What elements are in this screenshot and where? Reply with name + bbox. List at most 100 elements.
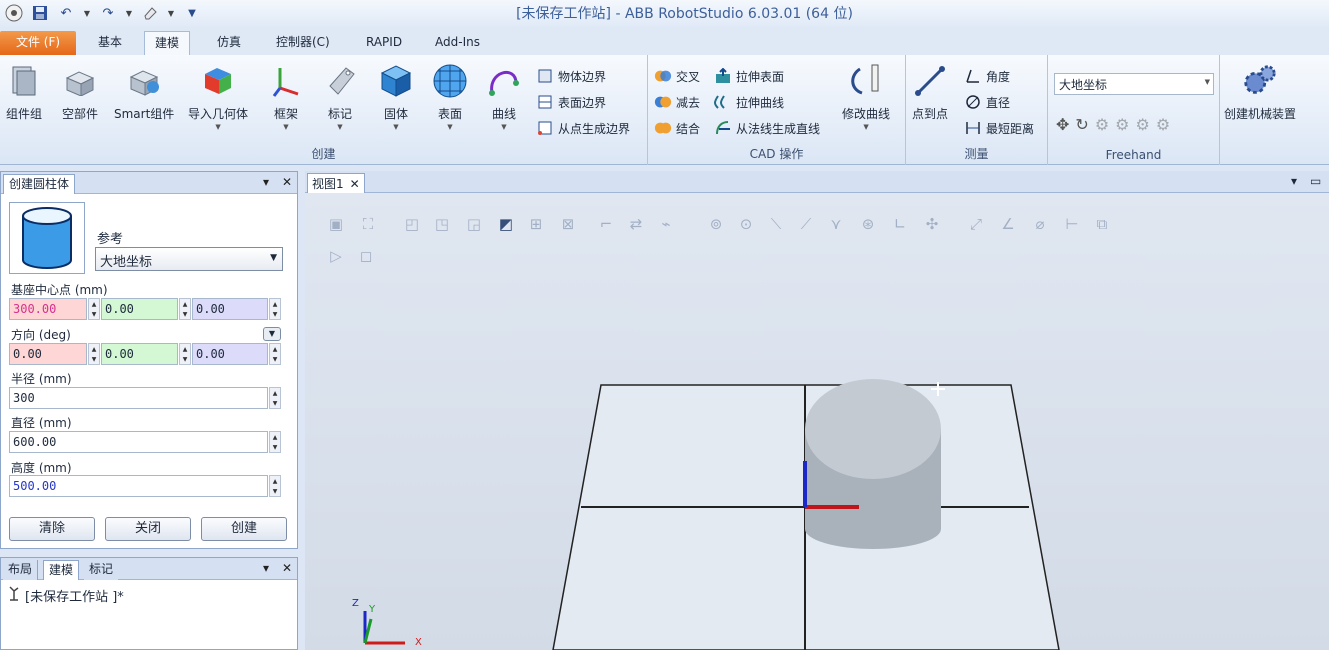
base-center-label: 基座中心点 (mm) bbox=[11, 283, 108, 297]
window-title: [未保存工作站] - ABB RobotStudio 6.03.01 (64 位… bbox=[516, 6, 853, 22]
extrude-curve-icon bbox=[714, 93, 732, 111]
tag-icon bbox=[322, 63, 358, 99]
base-z-spinner[interactable]: ▲ ▼ bbox=[269, 298, 281, 320]
tab-simulation[interactable]: 仿真 bbox=[207, 31, 251, 55]
axis-label-y: Y bbox=[369, 604, 376, 615]
group-measure-label: 测量 bbox=[964, 147, 989, 161]
jog-reorient-icon[interactable]: ⚙ bbox=[1136, 115, 1150, 134]
extrude-curve-button[interactable]: 拉伸曲线 bbox=[714, 93, 784, 111]
direction-x-input[interactable]: 0.00 bbox=[9, 343, 87, 365]
tab-controller[interactable]: 控制器(C) bbox=[266, 31, 340, 55]
direction-z-input[interactable]: 0.00 bbox=[192, 343, 268, 365]
multi-robot-jog-icon[interactable]: ⚙ bbox=[1156, 115, 1170, 134]
jog-joint-icon[interactable]: ⚙ bbox=[1095, 115, 1109, 134]
base-x-spinner[interactable]: ▲ ▼ bbox=[88, 298, 100, 320]
tab-modeling-tree[interactable]: 建模 bbox=[43, 560, 80, 580]
view-maximize-icon[interactable]: ▭ bbox=[1310, 174, 1321, 188]
direction-x-spinner[interactable]: ▲ ▼ bbox=[88, 343, 100, 365]
diameter-label: 直径 (mm) bbox=[11, 416, 72, 430]
tab-addins[interactable]: Add-Ins bbox=[425, 31, 490, 55]
point-to-point-icon bbox=[912, 63, 948, 99]
panel-close-icon[interactable]: ✕ bbox=[282, 561, 292, 575]
direction-z-spinner[interactable]: ▲ ▼ bbox=[269, 343, 281, 365]
cylinder-icon bbox=[9, 202, 85, 274]
extrude-surface-button[interactable]: 拉伸表面 bbox=[714, 67, 784, 85]
axis-label-x: X bbox=[415, 637, 422, 648]
smart-component-button[interactable]: Smart组件 bbox=[114, 63, 174, 122]
rotate-tool-icon[interactable]: ↻ bbox=[1075, 115, 1088, 134]
view-close-icon[interactable]: ✕ bbox=[350, 177, 360, 191]
tab-file[interactable]: 文件 (F) bbox=[0, 31, 76, 55]
create-button[interactable]: 创建 bbox=[201, 517, 287, 541]
title-bar: ↶ ▼ ↷ ▼ ▼ ▼ [未保存工作站] - ABB RobotStudio 6… bbox=[0, 0, 1329, 28]
boundary-from-points-button[interactable]: 从点生成边界 bbox=[536, 119, 630, 137]
min-distance-button[interactable]: 最短距离 bbox=[964, 119, 1034, 137]
angle-button[interactable]: 角度 bbox=[964, 67, 1010, 85]
curve-button[interactable]: 曲线 ▼ bbox=[486, 63, 522, 131]
panel-dropdown-icon[interactable]: ▾ bbox=[263, 561, 269, 575]
surface-icon bbox=[432, 63, 468, 99]
tab-layout[interactable]: 布局 bbox=[3, 560, 39, 580]
tab-rapid[interactable]: RAPID bbox=[356, 31, 412, 55]
point-to-point-button[interactable]: 点到点 bbox=[912, 63, 948, 122]
group-cad: 交叉 减去 结合 拉伸表面 拉伸曲线 从法线生成直线 修改曲线 ▼ CAD 操作 bbox=[648, 55, 906, 165]
tree-root-item[interactable]: [未保存工作站 ]* bbox=[7, 585, 124, 605]
base-x-input[interactable]: 300.00 bbox=[9, 298, 87, 320]
panel-dropdown-icon[interactable]: ▾ bbox=[263, 175, 269, 189]
radius-spinner[interactable]: ▲ ▼ bbox=[269, 387, 281, 409]
close-button[interactable]: 关闭 bbox=[105, 517, 191, 541]
frame-button[interactable]: 框架 ▼ bbox=[268, 63, 304, 131]
move-tool-icon[interactable]: ✥ bbox=[1056, 115, 1069, 134]
tab-tags[interactable]: 标记 bbox=[84, 560, 119, 580]
panel-close-icon[interactable]: ✕ bbox=[282, 175, 292, 189]
diameter-input[interactable]: 600.00 bbox=[9, 431, 268, 453]
empty-part-button[interactable]: 空部件 bbox=[62, 63, 98, 122]
radius-input[interactable]: 300 bbox=[9, 387, 268, 409]
surface-button[interactable]: 表面 ▼ bbox=[432, 63, 468, 131]
line-from-normal-button[interactable]: 从法线生成直线 bbox=[714, 119, 820, 137]
surface-boundary-button[interactable]: 表面边界 bbox=[536, 93, 606, 111]
modify-curve-button[interactable]: 修改曲线 ▼ bbox=[842, 63, 890, 131]
modeling-tree-panel: 布局 建模 标记 ▾ ✕ [未保存工作站 ]* bbox=[0, 557, 298, 650]
base-z-input[interactable]: 0.00 bbox=[192, 298, 268, 320]
solid-button[interactable]: 固体 ▼ bbox=[378, 63, 414, 131]
reference-select[interactable]: 大地坐标 ▼ bbox=[95, 247, 283, 271]
subtract-button[interactable]: 减去 bbox=[654, 93, 700, 111]
jog-linear-icon[interactable]: ⚙ bbox=[1115, 115, 1129, 134]
3d-scene[interactable]: ▣ ⛶ ◰ ◳ ◲ ◩ ⊞ ⊠ ⌐ ⇄ ⌁ ⊚ ⊙ ⟍ ⟋ ⋎ ⊛ ∟ ✣ ⤢ … bbox=[305, 193, 1329, 650]
clear-button[interactable]: 清除 bbox=[9, 517, 95, 541]
create-cylinder-tab[interactable]: 创建圆柱体 bbox=[3, 174, 76, 194]
height-spinner[interactable]: ▲ ▼ bbox=[269, 475, 281, 497]
diameter-button[interactable]: 直径 bbox=[964, 93, 1010, 111]
base-y-spinner[interactable]: ▲ ▼ bbox=[179, 298, 191, 320]
view-dropdown-icon[interactable]: ▾ bbox=[1291, 174, 1297, 188]
height-label: 高度 (mm) bbox=[11, 461, 72, 475]
ribbon-tab-row: 文件 (F) 基本 建模 仿真 控制器(C) RAPID Add-Ins bbox=[0, 28, 1329, 55]
tab-home[interactable]: 基本 bbox=[88, 31, 132, 55]
mechanism-gears-icon bbox=[1242, 63, 1278, 99]
freehand-tool-row: ✥ ↻ ⚙ ⚙ ⚙ ⚙ bbox=[1056, 115, 1170, 134]
coordinate-select[interactable]: 大地坐标 ▼ bbox=[1054, 73, 1214, 95]
diameter-spinner[interactable]: ▲ ▼ bbox=[269, 431, 281, 453]
component-group-icon bbox=[6, 63, 42, 99]
group-freehand-label: Freehand bbox=[1105, 148, 1162, 162]
min-distance-icon bbox=[964, 119, 982, 137]
view-tab[interactable]: 视图1 ✕ bbox=[307, 173, 365, 193]
import-geometry-button[interactable]: 导入几何体 ▼ bbox=[188, 63, 248, 131]
body-boundary-button[interactable]: 物体边界 bbox=[536, 67, 606, 85]
intersect-button[interactable]: 交叉 bbox=[654, 67, 700, 85]
create-mechanism-button[interactable]: 创建机械装置 bbox=[1224, 63, 1296, 122]
line-from-normal-icon bbox=[714, 119, 732, 137]
component-group-button[interactable]: 组件组 bbox=[6, 63, 42, 122]
direction-expand-icon[interactable]: ▼ bbox=[263, 327, 281, 341]
direction-y-input[interactable]: 0.00 bbox=[101, 343, 178, 365]
tag-button[interactable]: 标记 ▼ bbox=[322, 63, 358, 131]
base-y-input[interactable]: 0.00 bbox=[101, 298, 178, 320]
chevron-down-icon: ▼ bbox=[1204, 78, 1210, 86]
tab-modeling[interactable]: 建模 bbox=[144, 31, 191, 55]
subtract-icon bbox=[654, 93, 672, 111]
height-input[interactable]: 500.00 bbox=[9, 475, 268, 497]
ribbon: 组件组 空部件 Smart组件 导入几何体 ▼ 框架 ▼ 标记 ▼ 固体 ▼ 表… bbox=[0, 55, 1329, 165]
direction-y-spinner[interactable]: ▲ ▼ bbox=[179, 343, 191, 365]
union-button[interactable]: 结合 bbox=[654, 119, 700, 137]
